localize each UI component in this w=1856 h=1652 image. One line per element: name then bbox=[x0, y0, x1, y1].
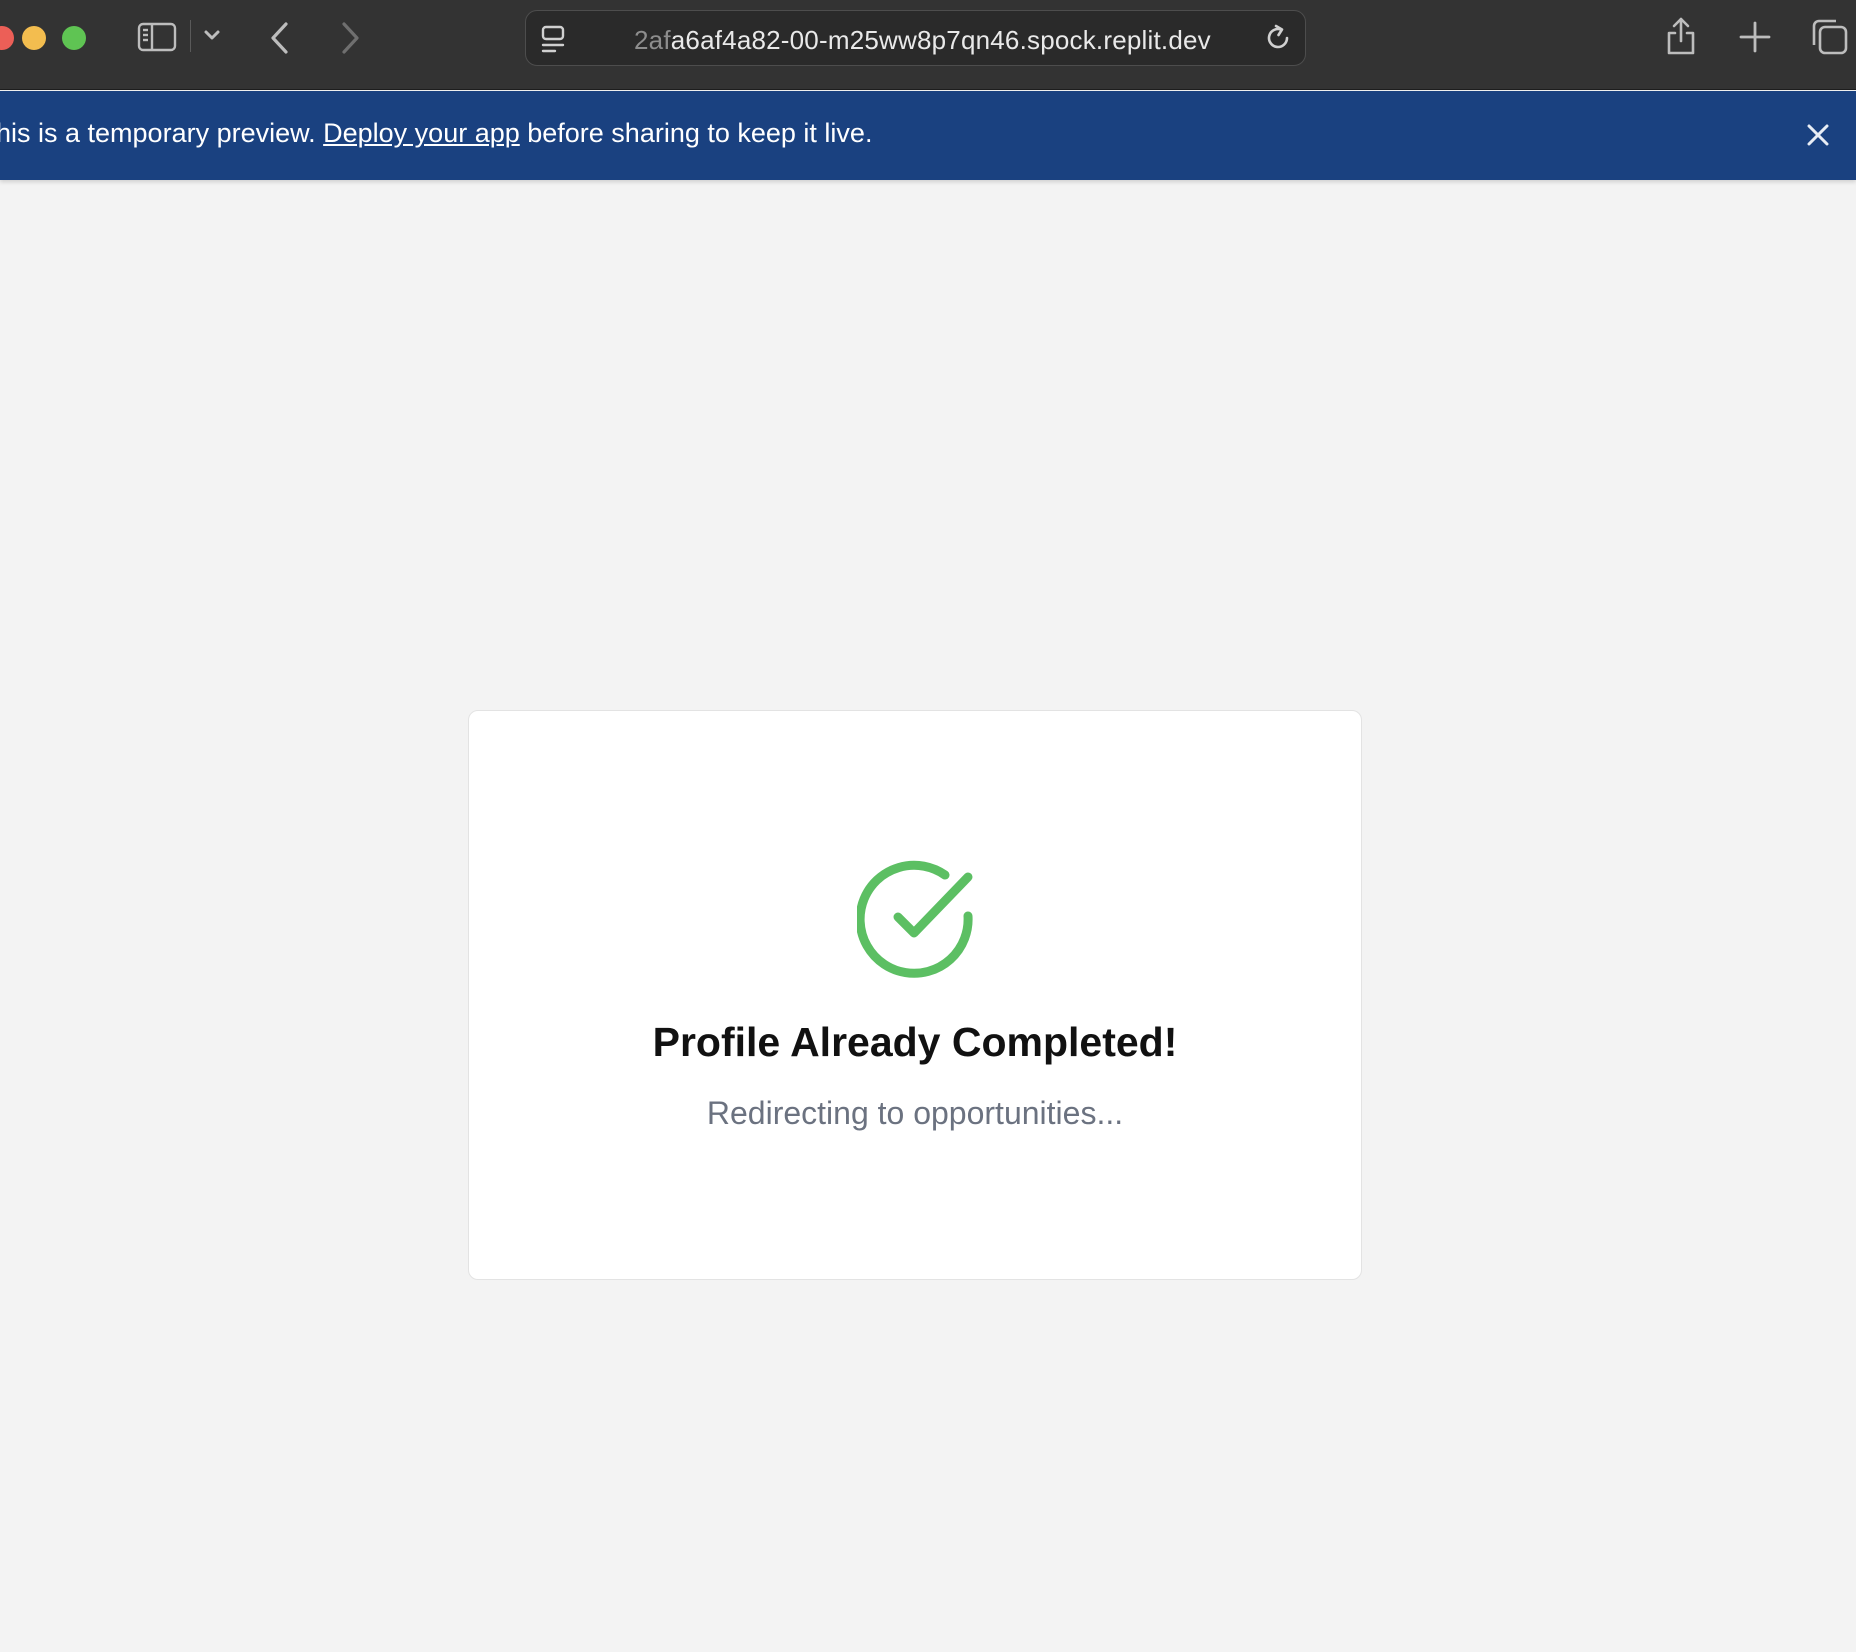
browser-toolbar: 2afa6af4a82-00-m25ww8p7qn46.spock.replit… bbox=[0, 0, 1856, 90]
reload-icon[interactable] bbox=[1263, 23, 1293, 58]
back-arrow-icon[interactable] bbox=[268, 20, 292, 56]
forward-arrow-icon[interactable] bbox=[338, 20, 362, 56]
url-text[interactable]: 2afa6af4a82-00-m25ww8p7qn46.spock.replit… bbox=[634, 25, 1211, 56]
page-menu-icon[interactable] bbox=[540, 24, 566, 59]
toolbar-divider bbox=[190, 20, 191, 52]
banner-text-suffix: before sharing to keep it live. bbox=[519, 118, 873, 148]
sidebar-icon[interactable] bbox=[137, 22, 177, 52]
check-circle-icon bbox=[855, 859, 977, 984]
url-faded-prefix: 2af bbox=[634, 25, 671, 55]
banner-message: his is a temporary preview. Deploy your … bbox=[0, 118, 872, 149]
zoom-window-button[interactable] bbox=[62, 26, 86, 50]
chevron-down-icon[interactable] bbox=[203, 28, 221, 42]
close-icon[interactable] bbox=[1804, 121, 1832, 154]
deploy-app-link[interactable]: Deploy your app bbox=[323, 118, 520, 148]
minimize-window-button[interactable] bbox=[22, 26, 46, 50]
share-icon[interactable] bbox=[1664, 16, 1698, 56]
redirect-message: Redirecting to opportunities... bbox=[706, 1095, 1124, 1131]
tabs-overview-icon[interactable] bbox=[1810, 18, 1850, 56]
banner-text-prefix: his is a temporary preview. bbox=[0, 118, 324, 148]
plus-icon[interactable] bbox=[1738, 20, 1772, 54]
preview-banner: his is a temporary preview. Deploy your … bbox=[0, 91, 1856, 180]
address-bar[interactable]: 2afa6af4a82-00-m25ww8p7qn46.spock.replit… bbox=[525, 10, 1306, 66]
page-title: Profile Already Completed! bbox=[652, 1019, 1178, 1065]
url-domain: a6af4a82-00-m25ww8p7qn46.spock.replit.de… bbox=[670, 25, 1211, 55]
profile-complete-card: Profile Already Completed! Redirecting t… bbox=[468, 710, 1362, 1280]
close-window-button[interactable] bbox=[0, 26, 14, 50]
